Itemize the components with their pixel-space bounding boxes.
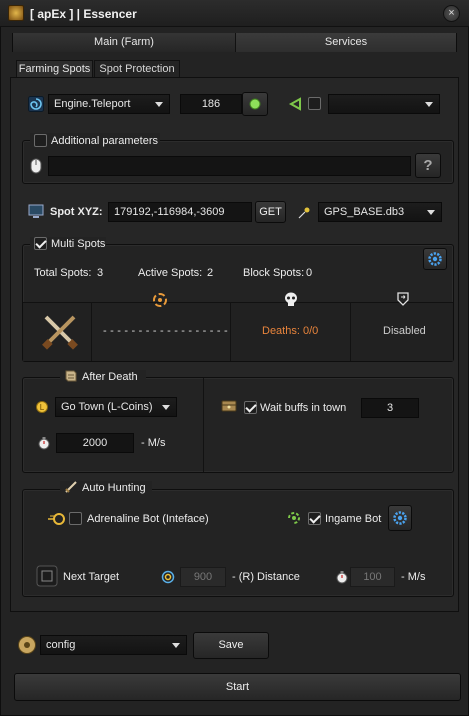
teleport-mode-value: Engine.Teleport: [54, 98, 131, 110]
start-button[interactable]: Start: [14, 673, 461, 701]
auto-hunting-label: Auto Hunting: [82, 482, 146, 494]
spot-xyz-label: Spot XYZ:: [50, 206, 103, 218]
adrenaline-bot-label: Adrenaline Bot (Inteface): [87, 513, 209, 525]
group-divider: [203, 378, 204, 472]
multi-spots-settings-button[interactable]: [423, 248, 447, 270]
chevron-down-icon: [425, 102, 433, 107]
teleport-swirl-icon: [28, 96, 44, 112]
chevron-down-icon: [162, 405, 170, 410]
spot-coords-field[interactable]: 179192,-116984,-3609: [108, 202, 252, 222]
target-distance-unit: - (R) Distance: [232, 571, 300, 583]
target-distance-field[interactable]: 900: [180, 567, 226, 587]
wait-buffs-checkbox[interactable]: [244, 401, 257, 414]
total-spots-label: Total Spots:: [34, 267, 92, 279]
stopwatch-icon: [37, 436, 51, 450]
after-death-delay-unit: - M/s: [141, 437, 166, 449]
gear-icon: [393, 511, 407, 525]
svg-text:L: L: [40, 403, 45, 412]
gps-database-value: GPS_BASE.db3: [324, 206, 405, 218]
save-button[interactable]: Save: [193, 632, 269, 659]
tab-farming-spots[interactable]: Farming Spots: [16, 60, 93, 78]
distance-radar-icon: [161, 570, 175, 584]
ingame-bot-settings-button[interactable]: [388, 505, 412, 531]
deaths-counter: Deaths: 0/0: [262, 325, 319, 337]
table-divider: [350, 302, 351, 361]
config-folder-icon: [17, 635, 37, 655]
after-death-action-value: Go Town (L-Coins): [61, 401, 153, 413]
after-death-action-select[interactable]: Go Town (L-Coins): [55, 397, 177, 417]
target-speed-unit: - M/s: [401, 571, 426, 583]
table-divider: [230, 302, 231, 361]
additional-parameters-input[interactable]: [48, 156, 411, 176]
teleport-go-button[interactable]: [242, 92, 268, 116]
scroll-icon: [64, 369, 78, 383]
orange-swirl-icon: [152, 292, 168, 308]
target-toggle-button[interactable]: [36, 565, 58, 587]
mouse-icon: [30, 158, 42, 174]
shield-exchange-icon: [395, 291, 411, 307]
app-logo-icon: [8, 5, 24, 21]
monitor-icon: [28, 204, 44, 219]
after-death-group: [22, 377, 454, 473]
close-button[interactable]: ×: [443, 5, 460, 22]
crossed-swords-icon: [40, 311, 80, 351]
protection-status: Disabled: [383, 325, 426, 337]
gps-pin-icon: [296, 206, 312, 220]
after-death-delay-field[interactable]: 2000: [56, 433, 134, 453]
additional-parameters-checkbox[interactable]: [34, 134, 47, 147]
block-spots-value: 0: [306, 267, 313, 279]
tab-services[interactable]: Services: [235, 33, 456, 52]
table-divider: [91, 302, 92, 361]
next-target-label: Next Target: [63, 571, 120, 583]
target-frame-icon: [36, 565, 58, 587]
config-value: config: [46, 639, 76, 651]
block-spots-label: Block Spots:: [243, 267, 305, 279]
green-arrow-left-icon: [288, 97, 302, 111]
ingame-bot-checkbox[interactable]: [308, 512, 321, 525]
chevron-down-icon: [427, 210, 435, 215]
gps-database-select[interactable]: GPS_BASE.db3: [318, 202, 442, 222]
multi-spots-checkbox[interactable]: [34, 237, 47, 250]
wait-buffs-value-field[interactable]: 3: [361, 398, 419, 418]
target-speed-field[interactable]: 100: [350, 567, 395, 587]
ingame-bot-label: Ingame Bot: [325, 513, 382, 525]
teleport-secondary-select[interactable]: [328, 94, 440, 114]
help-button[interactable]: ?: [415, 153, 441, 178]
after-death-label: After Death: [82, 371, 138, 383]
config-select[interactable]: config: [40, 635, 187, 655]
teleport-mode-select[interactable]: Engine.Teleport: [48, 94, 170, 114]
adrenaline-bot-checkbox[interactable]: [69, 512, 82, 525]
teleport-secondary-checkbox[interactable]: [308, 97, 321, 110]
tab-spot-protection[interactable]: Spot Protection: [94, 60, 180, 78]
multi-spots-label: Multi Spots: [51, 238, 106, 250]
gear-icon: [428, 252, 442, 266]
additional-parameters-label: Additional parameters: [51, 135, 159, 147]
teleport-value-field[interactable]: 186: [180, 94, 242, 114]
total-spots-value: 3: [97, 267, 104, 279]
skull-icon: [284, 292, 298, 308]
active-spots-value: 2: [207, 267, 214, 279]
green-dot-icon: [249, 98, 261, 110]
tab-main-farm[interactable]: Main (Farm): [13, 33, 235, 52]
chevron-down-icon: [155, 102, 163, 107]
adrenaline-icon: [47, 512, 65, 526]
active-spots-label: Active Spots:: [138, 267, 203, 279]
wait-buffs-label: Wait buffs in town: [260, 402, 347, 414]
coin-icon: L: [35, 400, 49, 414]
buffs-chest-icon: [221, 398, 237, 414]
sword-icon: [64, 480, 78, 494]
ingame-bot-icon: [287, 511, 301, 525]
chevron-down-icon: [172, 643, 180, 648]
spot-placeholder-dashes: - - - - - - - - - - - - - - - - - -: [103, 325, 228, 337]
stopwatch-icon: [335, 570, 349, 584]
get-coords-button[interactable]: GET: [255, 201, 286, 223]
window-title: [ apEx ] | Essencer: [30, 7, 137, 21]
